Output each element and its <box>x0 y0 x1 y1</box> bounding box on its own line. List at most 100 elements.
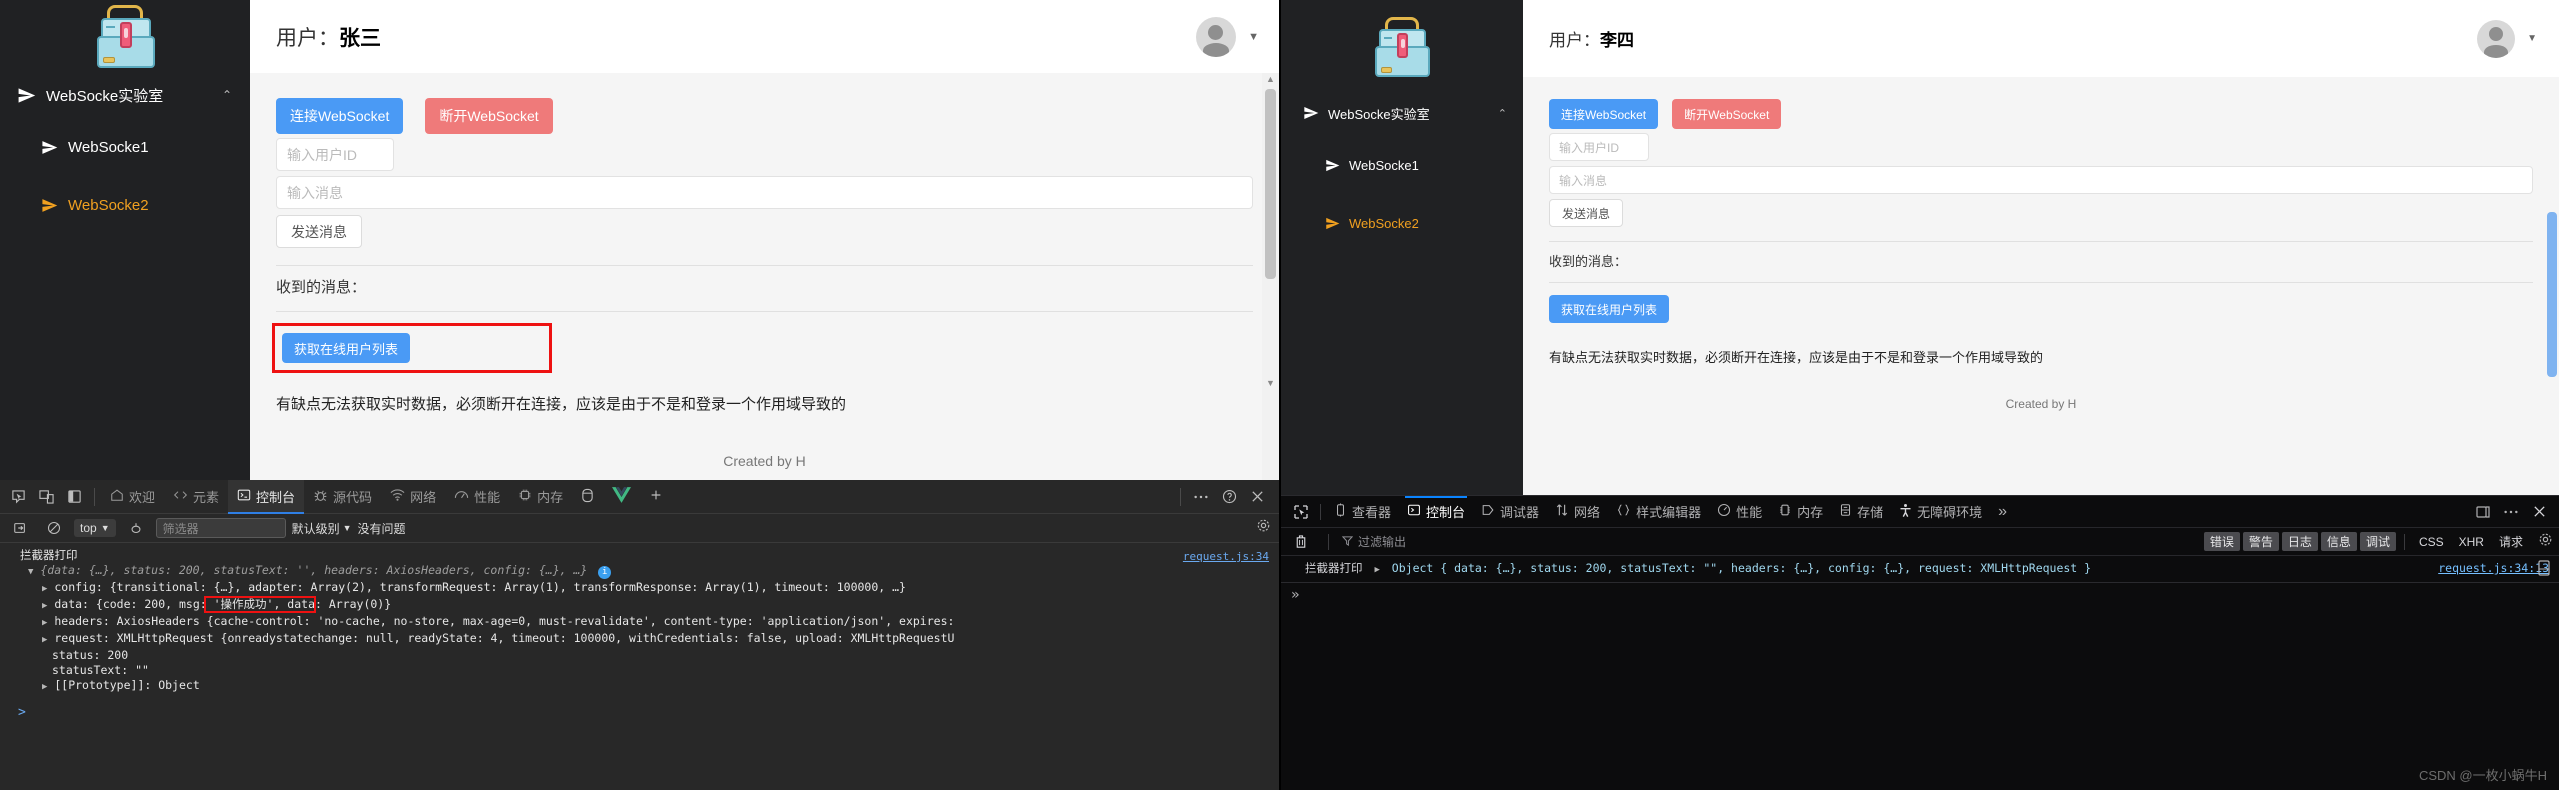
console-prompt[interactable]: > <box>8 705 1279 720</box>
sidebar-item-websocke2[interactable]: WebSocke2 <box>1281 194 1523 252</box>
clear-console-icon[interactable] <box>6 514 34 542</box>
sidebar-item-websocke-lab[interactable]: WebSocke实验室 ⌃ <box>0 72 250 118</box>
live-expression-icon[interactable] <box>122 514 150 542</box>
close-devtools-icon[interactable] <box>2525 498 2553 526</box>
scroll-up-arrow[interactable]: ▲ <box>1262 74 1279 84</box>
tab-memory[interactable]: 内存 <box>1770 496 1831 528</box>
sidebar-item-websocke1[interactable]: WebSocke1 <box>0 118 250 176</box>
tab-vue-devtools[interactable] <box>603 480 640 514</box>
send-message-button[interactable]: 发送消息 <box>1549 199 1624 227</box>
tab-accessibility[interactable]: 无障碍环境 <box>1891 496 1990 528</box>
filter-css[interactable]: CSS <box>2413 534 2450 550</box>
dock-side-icon[interactable] <box>60 483 88 511</box>
sidebar-item-websocke2[interactable]: WebSocke2 <box>0 176 250 234</box>
scrollbar-thumb[interactable] <box>2547 212 2557 377</box>
expand-triangle-icon[interactable]: ▶ <box>42 633 47 648</box>
more-options-icon[interactable] <box>2497 498 2525 526</box>
console-row[interactable]: ▶ config: {transitional: {…}, adapter: A… <box>8 580 1279 597</box>
connect-websocket-button[interactable]: 连接WebSocket <box>276 98 404 134</box>
console-row[interactable]: ▶ headers: AxiosHeaders {cache-control: … <box>8 614 1279 631</box>
tab-console[interactable]: 控制台 <box>1399 495 1473 528</box>
avatar[interactable] <box>2477 19 2516 58</box>
tab-performance[interactable]: 性能 <box>445 480 509 514</box>
expand-triangle-icon[interactable]: ▶ <box>1374 562 1379 578</box>
tab-inspector[interactable]: 查看器 <box>1326 496 1399 528</box>
console-source-link[interactable]: request.js:34:13 <box>2438 560 2549 576</box>
scrollbar-thumb[interactable] <box>1265 89 1276 279</box>
sidebar-item-websocke1[interactable]: WebSocke1 <box>1281 136 1523 194</box>
tab-storage[interactable]: 存储 <box>1831 496 1891 528</box>
console-settings-gear-icon[interactable] <box>2538 532 2553 552</box>
tab-console[interactable]: 控制台 <box>228 479 305 514</box>
scroll-down-arrow[interactable]: ▼ <box>1262 378 1279 388</box>
tab-label: 控制台 <box>1426 505 1466 520</box>
tab-performance[interactable]: 性能 <box>1709 496 1770 528</box>
filter-requests[interactable]: 请求 <box>2493 532 2529 551</box>
split-console-icon[interactable] <box>2537 560 2551 580</box>
console-object-summary[interactable]: ▼ {data: {…}, status: 200, statusText: '… <box>8 563 1279 580</box>
console-row[interactable]: ▶ data: {code: 200, msg: '操作成功', data: A… <box>8 596 1279 614</box>
tab-elements[interactable]: 元素 <box>164 480 228 514</box>
tab-network[interactable]: 网络 <box>381 480 445 514</box>
tab-memory[interactable]: 内存 <box>509 480 572 514</box>
filter-xhr[interactable]: XHR <box>2453 534 2490 550</box>
dock-position-icon[interactable] <box>2469 498 2497 526</box>
tab-network[interactable]: 网络 <box>1547 496 1608 528</box>
chevron-down-icon[interactable]: ▼ <box>1248 31 1259 43</box>
console-row[interactable]: ▶ [[Prototype]]: Object <box>8 678 1279 695</box>
get-online-users-button[interactable]: 获取在线用户列表 <box>1549 295 1670 323</box>
chevron-down-icon[interactable]: ▼ <box>2527 33 2537 44</box>
info-badge-icon[interactable]: i <box>598 566 612 579</box>
trash-icon[interactable] <box>1287 528 1315 556</box>
console-source-link[interactable]: request.js:34 <box>1183 549 1269 564</box>
help-icon[interactable] <box>1215 483 1243 511</box>
inspect-element-icon[interactable] <box>4 483 32 511</box>
filter-warnings[interactable]: 警告 <box>2242 532 2279 551</box>
pick-element-icon[interactable] <box>1287 498 1315 526</box>
more-options-icon[interactable] <box>1187 483 1215 511</box>
tab-welcome[interactable]: 欢迎 <box>101 480 164 514</box>
message-input[interactable]: 输入消息 <box>1549 166 2533 194</box>
expand-triangle-icon[interactable]: ▶ <box>42 616 47 631</box>
message-input[interactable]: 输入消息 <box>276 176 1253 209</box>
avatar[interactable] <box>1196 16 1237 57</box>
device-toolbar-icon[interactable] <box>32 483 60 511</box>
expand-triangle-icon[interactable]: ▶ <box>42 599 47 614</box>
filter-logs[interactable]: 日志 <box>2281 532 2318 551</box>
expand-triangle-icon[interactable]: ▶ <box>42 680 47 695</box>
filter-debug[interactable]: 调试 <box>2359 532 2396 551</box>
close-devtools-icon[interactable] <box>1243 483 1271 511</box>
disconnect-websocket-button[interactable]: 断开WebSocket <box>1672 99 1782 129</box>
expand-triangle-icon[interactable]: ▼ <box>28 565 33 580</box>
user-id-input[interactable]: 输入用户ID <box>276 138 394 171</box>
tab-sources[interactable]: 源代码 <box>304 480 381 514</box>
tab-style-editor[interactable]: 样式编辑器 <box>1608 496 1709 528</box>
issues-status[interactable]: 没有问题 <box>358 520 406 537</box>
overflow-tabs-button[interactable]: » <box>1990 496 2015 528</box>
filter-errors[interactable]: 错误 <box>2203 532 2240 551</box>
add-panel-button[interactable] <box>640 480 672 514</box>
page-scrollbar[interactable] <box>2545 77 2559 495</box>
get-online-users-button[interactable]: 获取在线用户列表 <box>282 333 411 363</box>
page-scrollbar[interactable]: ▲ ▼ <box>1262 73 1279 480</box>
js-context-selector[interactable]: top ▼ <box>74 519 116 537</box>
no-entry-icon[interactable] <box>40 514 68 542</box>
console-filter-input[interactable]: 筛选器 <box>155 518 286 538</box>
disconnect-websocket-button[interactable]: 断开WebSocket <box>425 98 553 134</box>
connect-websocket-button[interactable]: 连接WebSocket <box>1549 99 1659 129</box>
console-filter-input[interactable]: 过滤输出 <box>1341 533 1406 550</box>
expand-triangle-icon[interactable]: ▶ <box>42 582 47 597</box>
log-level-selector[interactable]: 默认级别 ▼ <box>292 520 352 537</box>
tab-debugger[interactable]: 调试器 <box>1473 496 1547 528</box>
user-id-input[interactable]: 输入用户ID <box>1549 133 1649 161</box>
chevron-up-icon[interactable]: ⌃ <box>1489 107 1507 120</box>
send-message-button[interactable]: 发送消息 <box>276 215 362 248</box>
console-prompt[interactable]: » <box>1281 583 2559 607</box>
tab-application[interactable] <box>572 480 603 514</box>
chevron-up-icon[interactable]: ⌃ <box>212 88 232 102</box>
console-row[interactable]: ▶ request: XMLHttpRequest {onreadystatec… <box>8 631 1279 648</box>
console-row[interactable]: 拦截器打印 ▶ Object { data: {…}, status: 200,… <box>1281 556 2559 583</box>
console-settings-gear-icon[interactable] <box>1256 518 1271 538</box>
filter-info[interactable]: 信息 <box>2320 532 2357 551</box>
sidebar-item-websocke-lab[interactable]: WebSocke实验室 ⌃ <box>1281 90 1523 136</box>
